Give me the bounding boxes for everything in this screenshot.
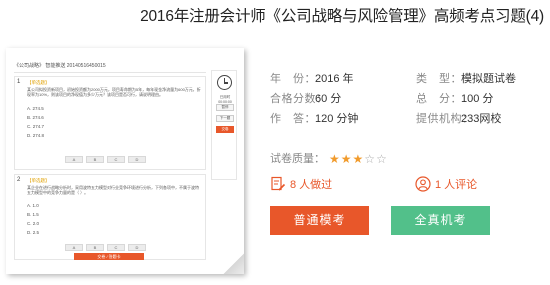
comment-count[interactable]: 1 人评论 [435,179,477,191]
star-rating: ★★★☆☆ [329,153,388,166]
question-text: 某企业在进行战略分析时，采用波特五力模型对行业竞争环境进行分析，下列各项中，不属… [27,185,199,195]
exam-detail-page: 2016年注册会计师《公司战略与风险管理》高频考点习题(4) 《公司战略》 智能… [0,0,550,285]
star-filled-icon[interactable]: ★ [329,153,340,165]
question-number: 2 [17,177,21,183]
next-button[interactable]: 下一题 [216,115,234,122]
answer-buttons: A B C D [65,156,146,163]
option-item: C. 2.0 [27,221,40,226]
rating-label: 试卷质量： [270,153,325,165]
document-pencil-icon [271,176,286,191]
info-label: 类 型： [416,73,462,85]
info-label: 总 分： [416,93,462,105]
info-label: 作 答： [270,113,316,125]
info-row-provider: 提供机构：233网校 [416,110,501,126]
star-empty-icon[interactable]: ☆ [364,153,375,165]
info-value: 100 分 [461,93,494,105]
option-item: A. 1.0 [27,203,39,208]
star-filled-icon[interactable]: ★ [353,153,364,165]
question-type-tag: 【单选题】 [27,80,50,85]
answer-button[interactable]: C [107,244,125,251]
preview-header: 《公司战略》 智能推送 20140516450015 [14,62,206,73]
answer-sheet-bar[interactable]: 交卷 / 答题卡 [74,253,144,260]
info-row-duration: 作 答：120 分钟 [270,110,358,126]
answer-button[interactable]: B [86,156,104,163]
preview-sidebar: 已用时 00:00:00 暂停 下一题 交卷 [211,70,237,180]
option-item: B. 1.5 [27,212,39,217]
question-card: 2 【单选题】 某企业在进行战略分析时，采用波特五力模型对行业竞争环境进行分析，… [14,174,206,260]
option-item: C. 274.7 [27,124,45,129]
page-title: 2016年注册会计师《公司战略与风险管理》高频考点习题(4) [140,8,544,25]
info-value: 60 分 [315,93,342,105]
info-label: 提供机构： [416,113,474,125]
info-row-pass-score: 合格分数：60 分 [270,90,341,106]
answer-button[interactable]: D [128,244,146,251]
option-item: A. 274.5 [27,106,44,111]
real-exam-button[interactable]: 全真机考 [391,206,490,235]
preview-sheet: 《公司战略》 智能推送 20140516450015 1 【单选题】 某公司拟投… [6,48,244,274]
user-icon [415,176,431,192]
star-empty-icon[interactable]: ☆ [376,153,387,165]
pause-button[interactable]: 暂停 [216,104,234,111]
option-item: D. 2.5 [27,230,40,235]
exam-preview[interactable]: 《公司战略》 智能推送 20140516450015 1 【单选题】 某公司拟投… [6,48,248,278]
star-filled-icon[interactable]: ★ [341,153,352,165]
info-label: 年 份： [270,73,316,85]
question-type-tag: 【单选题】 [27,178,50,183]
option-item: D. 274.8 [27,133,45,138]
info-row-type: 类 型：模拟题试卷 [416,70,516,86]
question-text: 某公司拟投资新项目，初始投资额为2000万元，项目寿命期为5年，每年现金净流量为… [27,87,201,97]
done-count: 8 人做过 [290,179,333,191]
comment-count-stat: 1 人评论 [415,176,477,192]
answer-button[interactable]: B [86,244,104,251]
quality-rating: 试卷质量： ★★★☆☆ [270,150,388,166]
info-value: 233网校 [461,113,502,125]
question-options: A. 1.0 B. 1.5 C. 2.0 D. 2.5 [27,201,39,237]
info-value: 模拟题试卷 [461,73,516,85]
question-card: 1 【单选题】 某公司拟投资新项目，初始投资额为2000万元，项目寿命期为5年，… [14,76,206,170]
answer-buttons: A B C D [65,244,146,251]
normal-exam-button[interactable]: 普通模考 [270,206,369,235]
clock-icon [217,75,232,90]
question-number: 1 [17,79,21,85]
preview-document: 《公司战略》 智能推送 20140516450015 1 【单选题】 某公司拟投… [14,62,206,262]
answer-button[interactable]: A [65,244,83,251]
info-value: 120 分钟 [315,113,359,125]
answer-button[interactable]: D [128,156,146,163]
info-value: 2016 年 [315,73,354,85]
timer-text: 已用时 00:00:00 [218,95,232,104]
done-count-stat: 8 人做过 [270,176,332,192]
question-options: A. 274.5 B. 274.6 C. 274.7 D. 274.8 [27,104,44,140]
submit-button[interactable]: 交卷 [216,126,234,133]
info-label: 合格分数： [270,93,328,105]
answer-button[interactable]: C [107,156,125,163]
option-item: B. 274.6 [27,115,44,120]
info-row-year: 年 份：2016 年 [270,70,354,86]
page-curl [223,253,244,274]
answer-button[interactable]: A [65,156,83,163]
info-row-total-score: 总 分：100 分 [416,90,493,106]
